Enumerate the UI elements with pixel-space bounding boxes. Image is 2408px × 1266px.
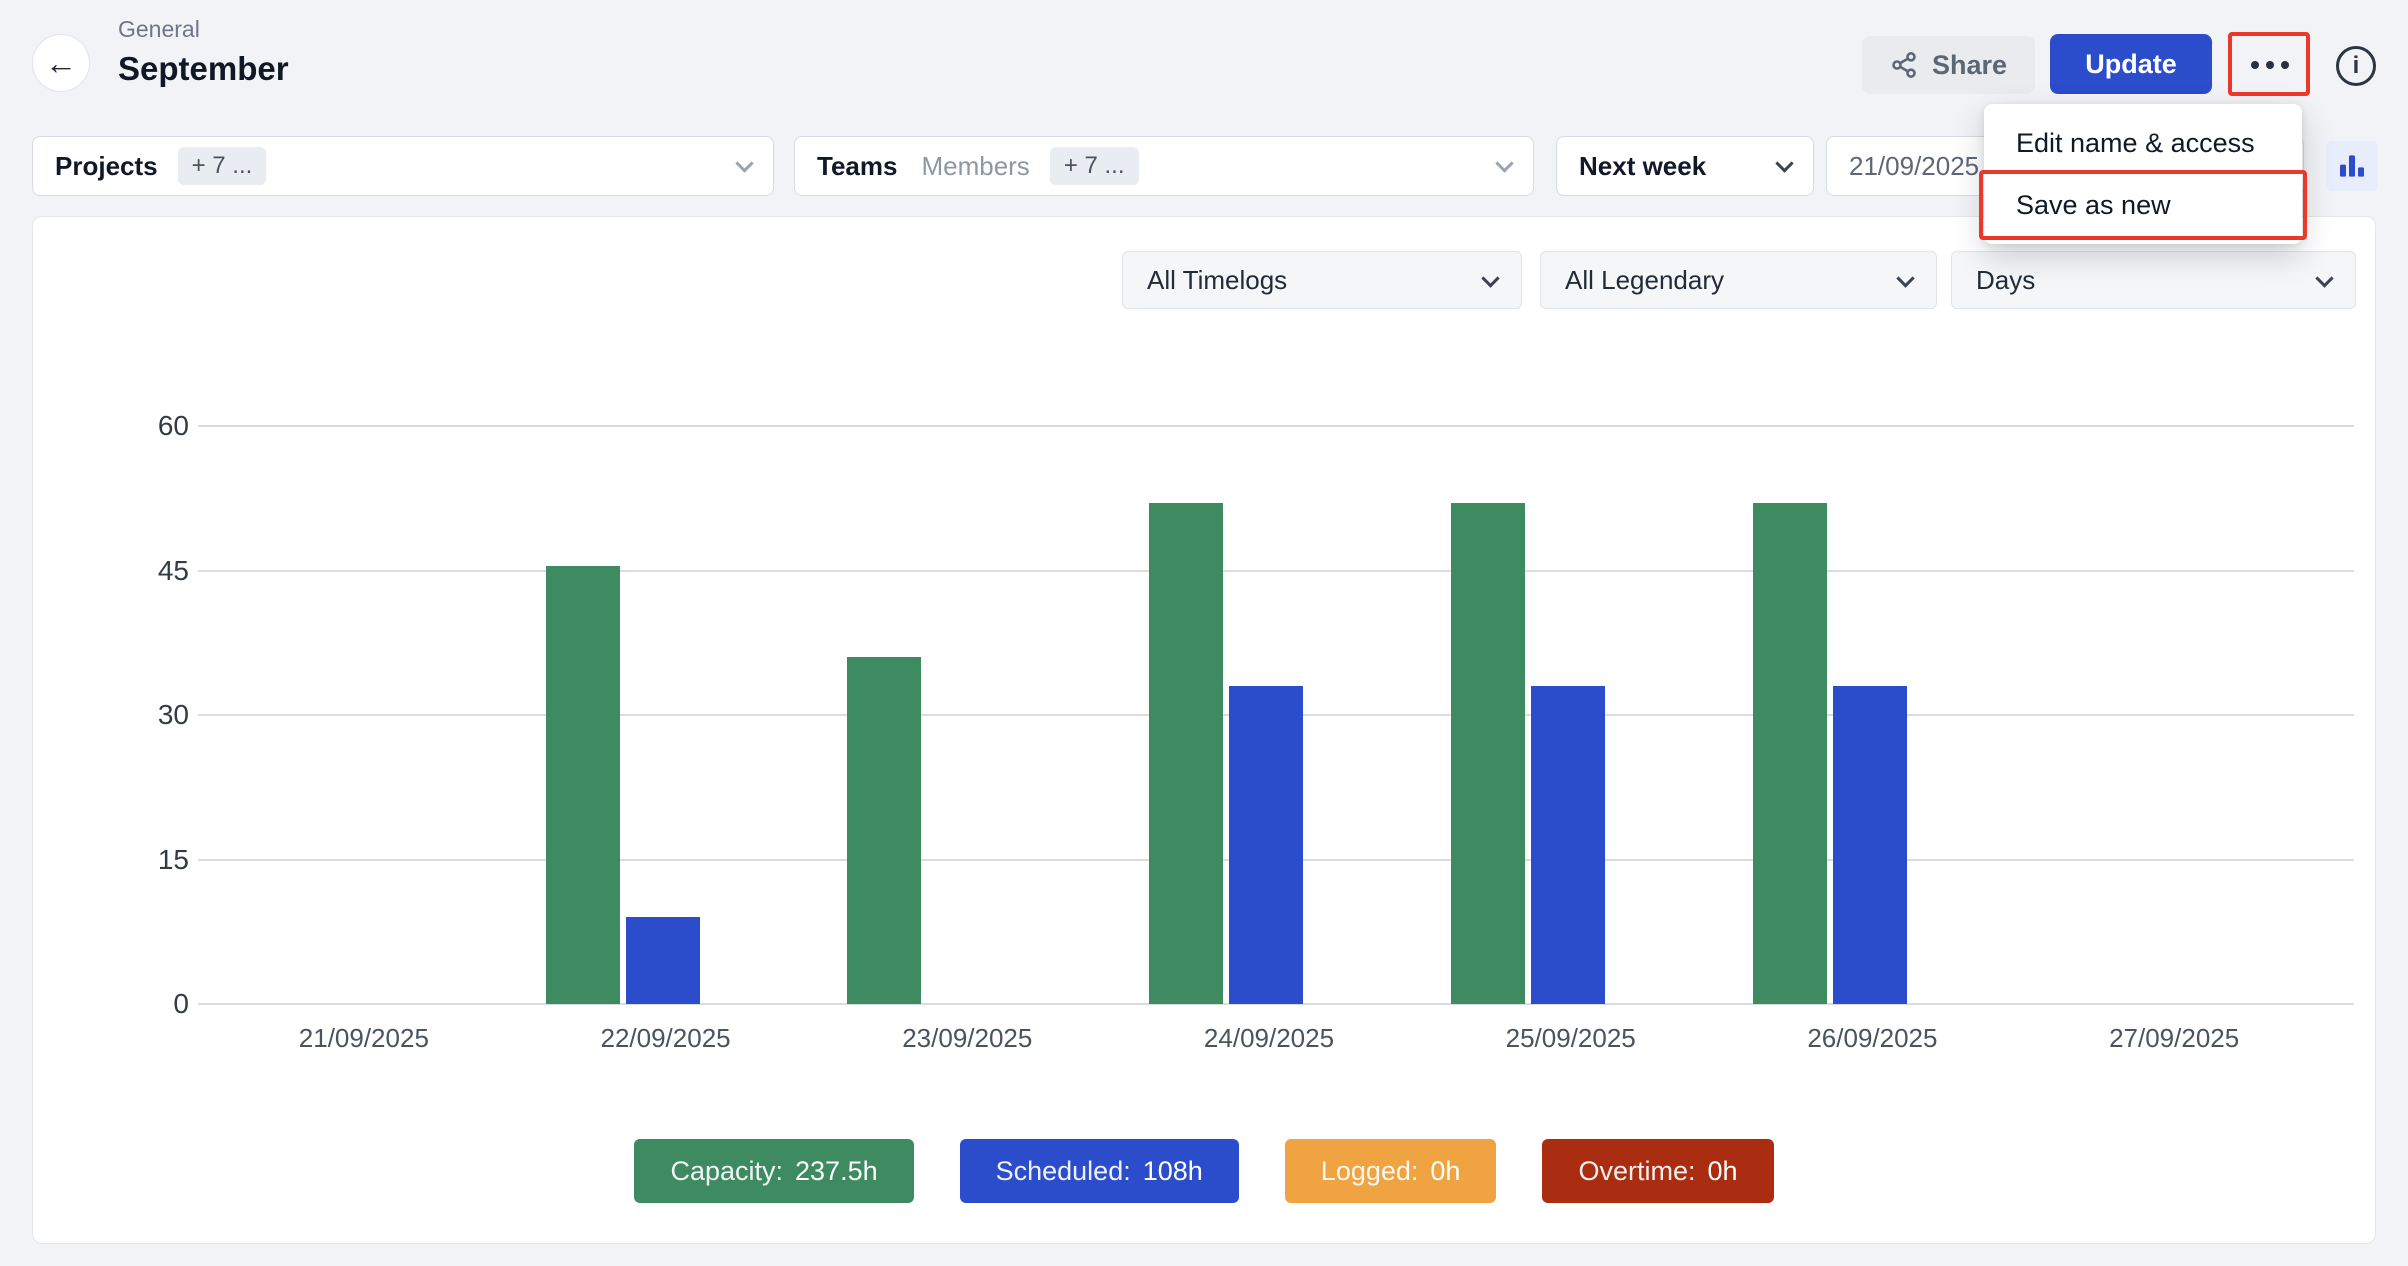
bar-capacity-24-09-2025[interactable]: [1149, 503, 1223, 1004]
legend-overtime[interactable]: Overtime: 0h: [1542, 1139, 1773, 1203]
plot-area: [213, 426, 2325, 1004]
y-axis: 015304560: [89, 426, 189, 1004]
ellipsis-icon: [2281, 61, 2289, 69]
legend-logged-label: Logged:: [1321, 1156, 1419, 1187]
bar-chart-icon: [2336, 150, 2368, 182]
bar-capacity-23-09-2025[interactable]: [847, 657, 921, 1004]
bar-scheduled-24-09-2025[interactable]: [1229, 686, 1303, 1004]
legend-capacity-value: 237.5h: [795, 1156, 878, 1187]
bar-scheduled-26-09-2025[interactable]: [1833, 686, 1907, 1004]
bar-scheduled-25-09-2025[interactable]: [1531, 686, 1605, 1004]
projects-count-chip[interactable]: + 7 ...: [178, 147, 267, 185]
chevron-down-icon: [735, 154, 753, 172]
menu-item-edit-name-access[interactable]: Edit name & access: [1984, 112, 2302, 174]
x-tick-label: 23/09/2025: [902, 1023, 1032, 1054]
legend-overtime-label: Overtime:: [1578, 1156, 1695, 1187]
granularity-value: Days: [1976, 265, 2035, 296]
legend-capacity-label: Capacity:: [670, 1156, 783, 1187]
y-tick-label: 60: [158, 410, 189, 442]
x-tick-label: 26/09/2025: [1807, 1023, 1937, 1054]
teams-filter-label: Teams: [817, 151, 897, 182]
update-button[interactable]: Update: [2050, 34, 2212, 94]
share-button-label: Share: [1932, 50, 2007, 81]
info-icon: i: [2353, 52, 2360, 80]
more-options-button[interactable]: [2240, 40, 2300, 90]
team-filter-select[interactable]: All Legendary: [1540, 251, 1937, 309]
breadcrumb: General: [118, 16, 200, 43]
x-tick-label: 24/09/2025: [1204, 1023, 1334, 1054]
chevron-down-icon: [1775, 154, 1793, 172]
date-value: 21/09/2025: [1849, 151, 1979, 182]
x-tick-label: 21/09/2025: [299, 1023, 429, 1054]
y-tick-label: 45: [158, 555, 189, 587]
legend-capacity[interactable]: Capacity: 237.5h: [634, 1139, 913, 1203]
projects-filter[interactable]: Projects + 7 ...: [32, 136, 774, 196]
teams-members-filter[interactable]: Teams Members + 7 ...: [794, 136, 1534, 196]
x-axis: 21/09/2025 22/09/2025 23/09/2025 24/09/2025…: [213, 1023, 2325, 1063]
bar-capacity-26-09-2025[interactable]: [1753, 503, 1827, 1004]
report-chart-card: All Timelogs All Legendary Days 0 15 30 45 6…: [32, 216, 2376, 1244]
ellipsis-icon: [2251, 61, 2259, 69]
bar-capacity-25-09-2025[interactable]: [1451, 503, 1525, 1004]
projects-filter-label: Projects: [55, 151, 158, 182]
period-select[interactable]: Next week: [1556, 136, 1814, 196]
legend-scheduled-value: 108h: [1143, 1156, 1203, 1187]
left-arrow-icon: ←: [45, 45, 77, 82]
ellipsis-icon: [2266, 61, 2274, 69]
legend-scheduled[interactable]: Scheduled: 108h: [960, 1139, 1239, 1203]
legend-logged[interactable]: Logged: 0h: [1285, 1139, 1497, 1203]
y-tick-label: 15: [158, 844, 189, 876]
members-filter-label: Members: [921, 151, 1029, 182]
timelog-filter-value: All Timelogs: [1147, 265, 1287, 296]
share-button[interactable]: Share: [1862, 36, 2035, 94]
teams-count-chip[interactable]: + 7 ...: [1050, 147, 1139, 185]
chevron-down-icon: [2315, 269, 2333, 287]
team-filter-value: All Legendary: [1565, 265, 1724, 296]
chevron-down-icon: [1495, 154, 1513, 172]
legend-overtime-value: 0h: [1707, 1156, 1737, 1187]
back-button[interactable]: ←: [32, 34, 90, 92]
y-tick-label: 0: [173, 988, 189, 1020]
y-tick-label: 30: [158, 699, 189, 731]
chevron-down-icon: [1481, 269, 1499, 287]
menu-item-save-as-new[interactable]: Save as new: [1984, 174, 2302, 236]
bar-capacity-22-09-2025[interactable]: [546, 566, 620, 1004]
context-menu: Edit name & access Save as new: [1984, 104, 2302, 244]
info-button[interactable]: i: [2336, 46, 2376, 86]
timelog-filter-select[interactable]: All Timelogs: [1122, 251, 1522, 309]
page-title: September: [118, 50, 289, 88]
x-tick-label: 22/09/2025: [600, 1023, 730, 1054]
bar-scheduled-22-09-2025[interactable]: [626, 917, 700, 1004]
granularity-select[interactable]: Days: [1951, 251, 2356, 309]
chart-view-button[interactable]: [2326, 141, 2378, 191]
legend-scheduled-label: Scheduled:: [996, 1156, 1131, 1187]
x-tick-label: 25/09/2025: [1506, 1023, 1636, 1054]
chevron-down-icon: [1896, 269, 1914, 287]
legend-logged-value: 0h: [1430, 1156, 1460, 1187]
share-icon: [1890, 51, 1918, 79]
period-select-value: Next week: [1579, 151, 1706, 182]
x-tick-label: 27/09/2025: [2109, 1023, 2239, 1054]
chart-legend: Capacity: 237.5h Scheduled: 108h Logged:…: [33, 1139, 2375, 1203]
